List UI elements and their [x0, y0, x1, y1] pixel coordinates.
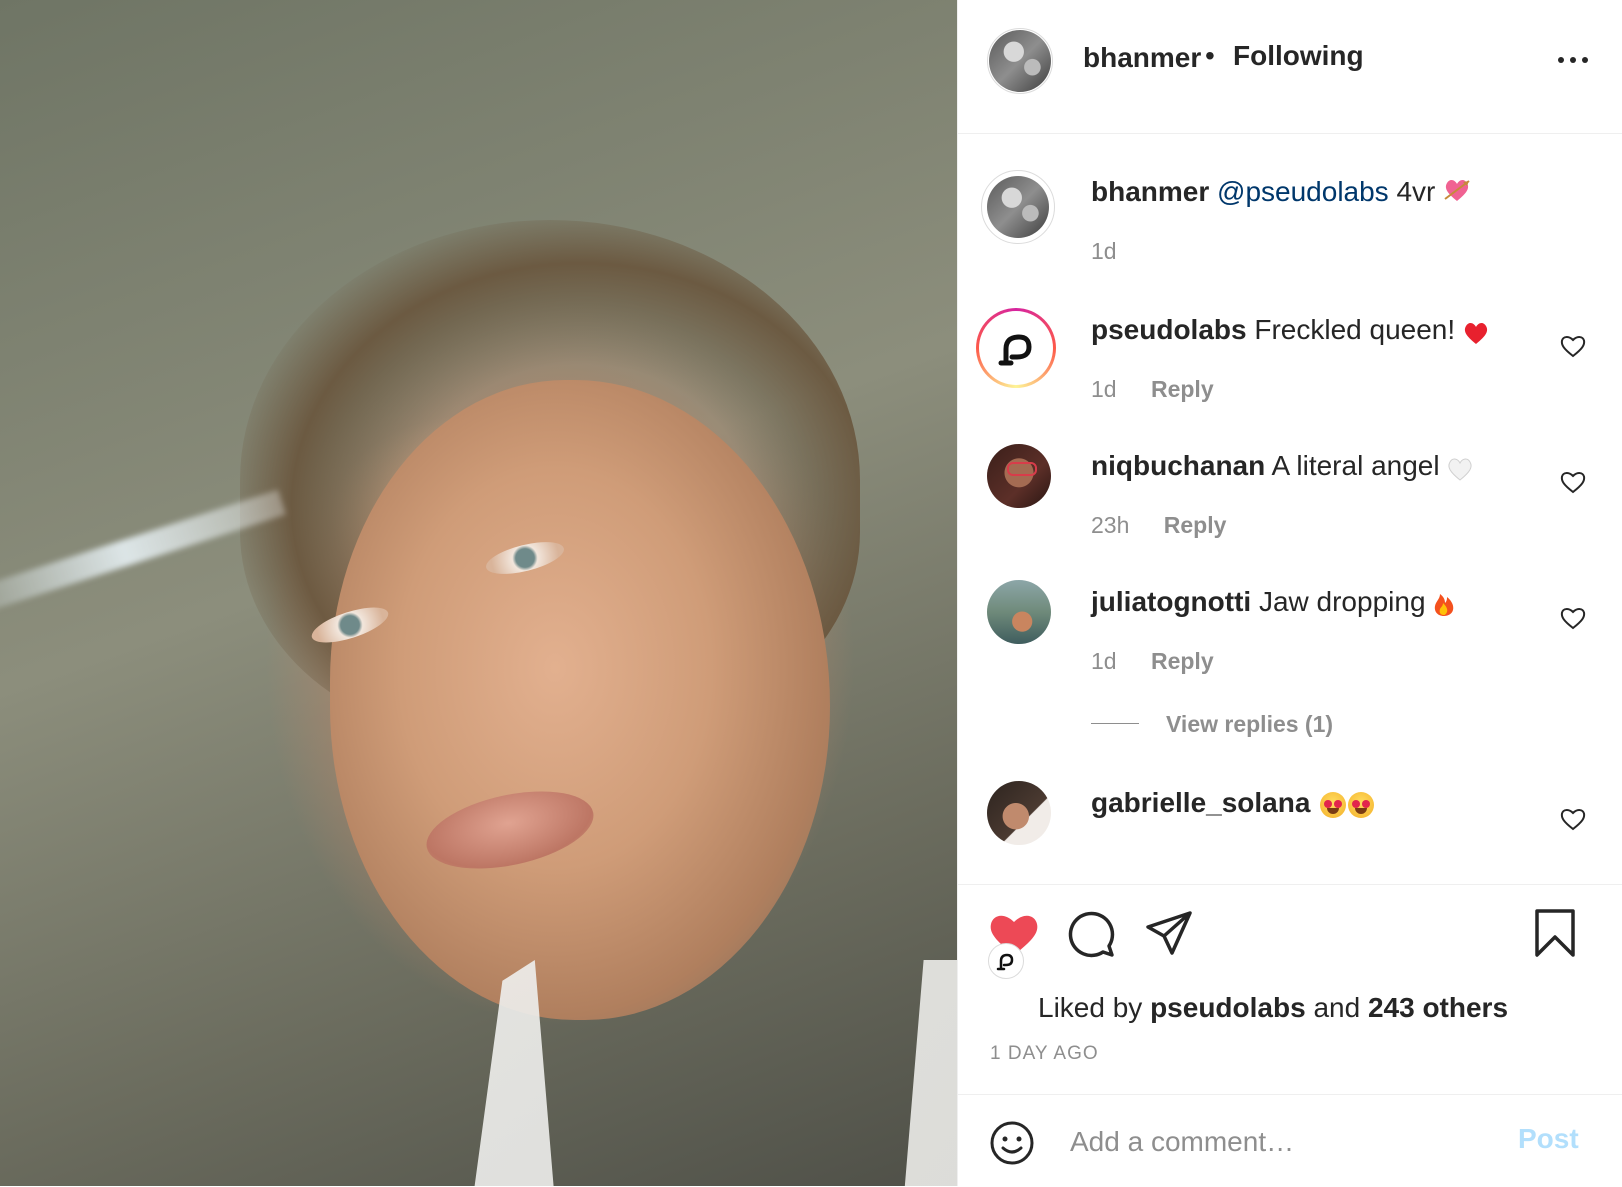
liked-by-text: Liked by pseudolabs and 243 others	[1038, 992, 1508, 1024]
more-options-icon[interactable]	[1558, 48, 1598, 72]
comment-bubble-icon[interactable]	[1066, 909, 1116, 959]
comment-body: Jaw dropping	[1251, 586, 1434, 617]
commenter-avatar[interactable]	[987, 444, 1051, 508]
author-avatar[interactable]	[989, 30, 1051, 92]
post-side-panel: bhanmer • Following bhanmer @pseudolabs …	[957, 0, 1622, 1186]
reply-button[interactable]: Reply	[1151, 376, 1214, 402]
add-comment-bar: Post	[958, 1094, 1622, 1187]
comment-username[interactable]: pseudolabs	[1091, 314, 1247, 345]
like-comment-icon[interactable]	[1559, 604, 1587, 632]
comment-username[interactable]: gabrielle_solana	[1091, 787, 1310, 818]
caption-time[interactable]: 1d	[1091, 238, 1117, 264]
post-actions: Liked by pseudolabs and 243 others 1 DAY…	[958, 884, 1622, 1095]
post-header: bhanmer • Following	[958, 0, 1622, 134]
comment-input[interactable]	[1068, 1121, 1492, 1163]
liked-mid: and	[1305, 992, 1368, 1023]
heart-eyes-emoji-icon	[1320, 791, 1347, 818]
caption-username[interactable]: bhanmer	[1091, 176, 1209, 207]
author-username[interactable]: bhanmer	[1083, 42, 1201, 74]
caption-text: bhanmer @pseudolabs 4vr	[1091, 176, 1471, 210]
heart-with-arrow-icon	[1443, 177, 1471, 210]
red-heart-emoji-icon	[1463, 320, 1489, 344]
comments-list[interactable]: bhanmer @pseudolabs 4vr 1d pseudolabs Fr…	[958, 134, 1622, 884]
caption-avatar-ring[interactable]	[981, 170, 1055, 244]
post-timestamp[interactable]: 1 DAY AGO	[990, 1043, 1099, 1065]
comment-text: gabrielle_solana	[1091, 787, 1375, 819]
liked-by-username[interactable]: pseudolabs	[1150, 992, 1306, 1023]
caption-avatar[interactable]	[987, 176, 1049, 238]
post-photo[interactable]	[0, 0, 957, 1186]
emoji-smiley-icon[interactable]	[988, 1119, 1036, 1167]
comment-time[interactable]: 23h	[1091, 512, 1129, 538]
comment-username[interactable]: juliatognotti	[1091, 586, 1251, 617]
liked-by-avatar[interactable]	[988, 943, 1024, 979]
likes-count-link[interactable]: 243 others	[1368, 992, 1508, 1023]
fire-emoji-icon	[1433, 591, 1455, 617]
comment-time[interactable]: 1d	[1091, 376, 1117, 402]
commenter-avatar[interactable]	[987, 580, 1051, 644]
heart-eyes-emoji-icon	[1348, 791, 1375, 818]
comment-text: niqbuchanan A literal angel	[1091, 450, 1473, 482]
comment-body: A literal angel	[1265, 450, 1448, 481]
comment-body: Freckled queen!	[1246, 314, 1463, 345]
post-comment-button[interactable]: Post	[1518, 1123, 1579, 1155]
like-comment-icon[interactable]	[1559, 332, 1587, 360]
comment-text: pseudolabs Freckled queen!	[1091, 314, 1489, 346]
author-avatar-ring[interactable]	[987, 28, 1053, 94]
like-comment-icon[interactable]	[1559, 805, 1587, 833]
caption-body: 4vr	[1388, 176, 1444, 207]
liked-prefix: Liked by	[1038, 992, 1151, 1023]
comment-meta: 1d Reply	[1091, 376, 1214, 403]
pseudolabs-logo-icon	[996, 953, 1014, 971]
comment-username[interactable]: niqbuchanan	[1091, 450, 1265, 481]
view-replies-button[interactable]: View replies (1)	[1166, 711, 1333, 738]
reply-button[interactable]: Reply	[1164, 512, 1227, 538]
header-separator: •	[1205, 40, 1215, 71]
commenter-avatar-ring[interactable]	[976, 308, 1056, 388]
white-heart-emoji-icon	[1447, 456, 1473, 481]
caption-meta: 1d	[1091, 238, 1145, 265]
comment-time[interactable]: 1d	[1091, 648, 1117, 674]
pseudolabs-logo-icon	[998, 334, 1032, 366]
photo-face	[330, 380, 830, 1020]
comment-meta: 23h Reply	[1091, 512, 1226, 539]
view-replies-line	[1091, 723, 1139, 724]
comment-text: juliatognotti Jaw dropping	[1091, 586, 1455, 618]
comment-body	[1310, 787, 1318, 818]
comment-meta: 1d Reply	[1091, 648, 1214, 675]
like-comment-icon[interactable]	[1559, 468, 1587, 496]
following-button[interactable]: Following	[1233, 40, 1364, 72]
share-send-icon[interactable]	[1144, 909, 1194, 959]
caption-mention[interactable]: @pseudolabs	[1217, 176, 1389, 207]
commenter-avatar[interactable]	[987, 781, 1051, 845]
save-bookmark-icon[interactable]	[1533, 907, 1577, 959]
reply-button[interactable]: Reply	[1151, 648, 1214, 674]
